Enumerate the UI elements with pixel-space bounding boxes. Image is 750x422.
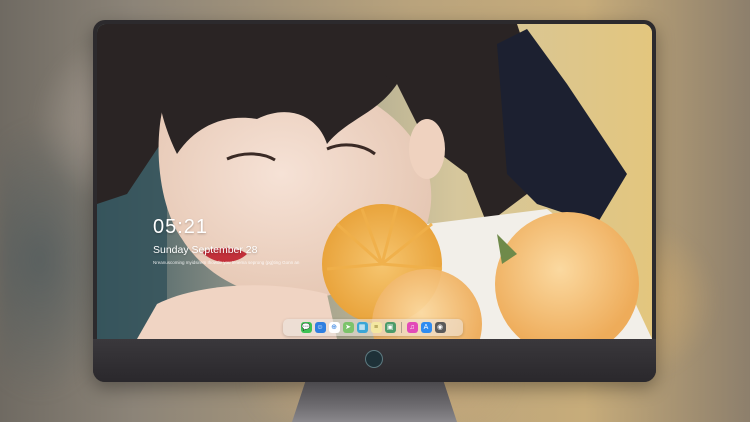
brand-logo-icon bbox=[365, 350, 383, 368]
notes-icon[interactable]: ≡ bbox=[370, 322, 382, 333]
lockscreen-date: Sunday September 28 bbox=[153, 244, 258, 256]
claquette-icon[interactable]: ▦ bbox=[356, 322, 368, 333]
desktop-screen: 05:21 Sunday September 28 Nreanuscoming … bbox=[97, 24, 652, 339]
safari-icon[interactable]: ⊕ bbox=[328, 322, 340, 333]
lockscreen-tagline: Nreanuscoming myidsirem Ihowde you tenem… bbox=[153, 260, 300, 265]
photos-icon[interactable]: ▣ bbox=[384, 322, 396, 333]
dock-separator bbox=[400, 322, 402, 333]
dock: 💬 ☺ ⊕ ➤ ▦ ≡ ▣ ♫ A ◉ bbox=[283, 319, 463, 336]
wallpaper-photo bbox=[97, 24, 652, 339]
monitor-chin bbox=[93, 339, 656, 382]
maps-icon[interactable]: ➤ bbox=[342, 322, 354, 333]
finder-icon[interactable]: ☺ bbox=[314, 322, 326, 333]
messages-icon[interactable]: 💬 bbox=[300, 322, 312, 333]
monitor-stand bbox=[292, 382, 457, 422]
imac-monitor: 05:21 Sunday September 28 Nreanuscoming … bbox=[93, 20, 656, 382]
lockscreen-clock: 05:21 bbox=[153, 216, 209, 238]
camera-icon[interactable]: ◉ bbox=[434, 322, 446, 333]
music-icon[interactable]: ♫ bbox=[406, 322, 418, 333]
app-store-icon[interactable]: A bbox=[420, 322, 432, 333]
